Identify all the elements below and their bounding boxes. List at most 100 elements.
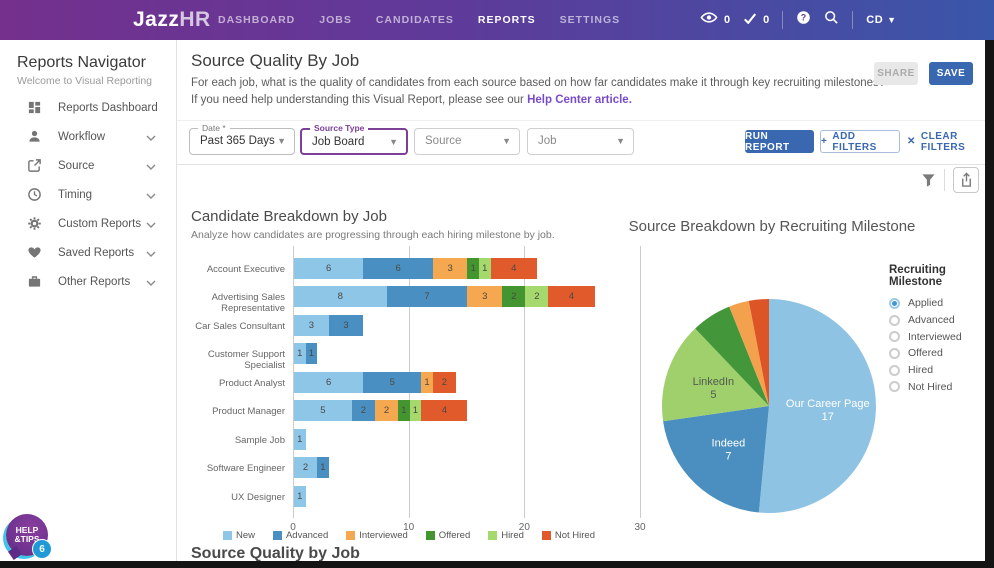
sidebar-item-custom-reports[interactable]: Custom Reports (0, 209, 177, 238)
job-filter-placeholder: Job (538, 129, 557, 154)
milestone-radio-applied[interactable]: Applied (889, 295, 985, 312)
bar-category-label: Product Manager (181, 406, 285, 417)
chevron-down-icon: ▼ (616, 129, 625, 154)
bar-segment-offered[interactable]: 2 (502, 286, 525, 307)
sidebar-title: Reports Navigator (17, 54, 146, 72)
bar-segment-advanced[interactable]: 5 (363, 372, 421, 393)
bar-segment-interviewed[interactable]: 1 (421, 372, 433, 393)
bar-segment-new[interactable]: 5 (294, 400, 352, 421)
sidebar-item-workflow[interactable]: Workflow (0, 122, 177, 151)
check-icon[interactable] (743, 11, 757, 29)
bar-segment-advanced[interactable]: 1 (306, 343, 318, 364)
nav-item-dashboard[interactable]: DASHBOARD (218, 14, 295, 26)
help-tips-badge[interactable]: 6 (32, 539, 52, 559)
bar-segment-not-hired[interactable]: 2 (433, 372, 456, 393)
bar-segment-hired[interactable]: 1 (479, 258, 491, 279)
run-report-button[interactable]: RUN REPORT (745, 130, 814, 153)
nav-menu: DASHBOARD JOBS CANDIDATES REPORTS SETTIN… (218, 0, 620, 40)
sidebar-items: Reports Dashboard Workflow Source Timing… (0, 93, 177, 296)
source-type-filter-value: Job Board (312, 130, 364, 155)
bar-segment-not-hired[interactable]: 4 (491, 258, 537, 279)
radio-icon (889, 331, 900, 342)
milestone-radio-offered[interactable]: Offered (889, 345, 985, 362)
help-icon[interactable]: ? (796, 10, 811, 30)
sidebar-item-other-reports[interactable]: Other Reports (0, 267, 177, 296)
sidebar-subtitle: Welcome to Visual Reporting (17, 75, 152, 87)
milestone-legend-title: Recruiting Milestone (889, 264, 985, 288)
date-filter-select[interactable]: Date * Past 365 Days ▼ (189, 128, 295, 155)
milestone-radio-not-hired[interactable]: Not Hired (889, 378, 985, 395)
bar-segment-new[interactable]: 8 (294, 286, 387, 307)
bar-category-label: Product Analyst (181, 378, 285, 389)
sidebar-item-reports-dashboard[interactable]: Reports Dashboard (0, 93, 177, 122)
bar-segment-hired[interactable]: 1 (410, 400, 422, 421)
filter-funnel-icon[interactable] (918, 170, 938, 190)
share-button[interactable]: SHARE (874, 62, 918, 85)
bar-segment-hired[interactable]: 2 (525, 286, 548, 307)
bar-category-label: Customer Support Specialist (181, 349, 285, 371)
chevron-down-icon: ▼ (502, 129, 511, 154)
save-button[interactable]: SAVE (929, 62, 973, 85)
legend-swatch (223, 531, 232, 540)
bar-segment-offered[interactable]: 1 (398, 400, 410, 421)
bar-row: 1 (294, 486, 306, 507)
bar-segment-offered[interactable]: 1 (467, 258, 479, 279)
user-menu[interactable]: CD▼ (866, 14, 896, 26)
bar-segment-not-hired[interactable]: 4 (548, 286, 594, 307)
bar-segment-not-hired[interactable]: 4 (421, 400, 467, 421)
legend-swatch (346, 531, 355, 540)
search-icon[interactable] (824, 10, 839, 30)
eye-icon[interactable] (700, 11, 718, 29)
help-center-link[interactable]: Help Center article. (527, 94, 632, 106)
nav-item-settings[interactable]: SETTINGS (560, 14, 621, 26)
add-filters-button[interactable]: +ADD FILTERS (820, 130, 900, 153)
bar-segment-new[interactable]: 1 (294, 343, 306, 364)
milestone-radio-hired[interactable]: Hired (889, 362, 985, 379)
bar-row: 522114 (294, 400, 467, 421)
jazzhr-logo[interactable]: JazzHR (133, 0, 211, 40)
external-link-icon (26, 158, 42, 174)
bar-segment-new[interactable]: 6 (294, 372, 363, 393)
bar-segment-interviewed[interactable]: 3 (467, 286, 502, 307)
bar-segment-advanced[interactable]: 3 (329, 315, 364, 336)
radio-icon (889, 298, 900, 309)
sidebar-item-timing[interactable]: Timing (0, 180, 177, 209)
bar-segment-advanced[interactable]: 7 (387, 286, 468, 307)
clear-filters-button[interactable]: ✕CLEAR FILTERS (907, 130, 985, 153)
nav-item-candidates[interactable]: CANDIDATES (376, 14, 454, 26)
export-icon[interactable] (953, 167, 979, 193)
bar-chart-legend: New Advanced Interviewed Offered Hired N… (223, 530, 595, 541)
legend-swatch (488, 531, 497, 540)
legend-item: Interviewed (346, 530, 408, 541)
source-type-filter-select[interactable]: Source Type Job Board ▼ (300, 128, 408, 155)
bar-segment-advanced[interactable]: 6 (363, 258, 432, 279)
bar-segment-new[interactable]: 1 (294, 429, 306, 450)
page-help-line: If you need help understanding this Visu… (191, 94, 632, 106)
milestone-radio-advanced[interactable]: Advanced (889, 312, 985, 329)
milestone-radio-interviewed[interactable]: Interviewed (889, 328, 985, 345)
bar-row: 873224 (294, 286, 595, 307)
bar-segment-new[interactable]: 1 (294, 486, 306, 507)
chevron-down-icon: ▼ (887, 15, 896, 25)
bar-segment-interviewed[interactable]: 2 (375, 400, 398, 421)
pie-slice-indeed[interactable] (663, 406, 769, 513)
gridline (640, 246, 641, 518)
bar-segment-new[interactable]: 6 (294, 258, 363, 279)
bar-segment-interviewed[interactable]: 3 (433, 258, 468, 279)
legend-item: Not Hired (542, 530, 595, 541)
chevron-down-icon (146, 215, 156, 233)
source-filter-select[interactable]: Source ▼ (414, 128, 520, 155)
date-filter-value: Past 365 Days (200, 129, 275, 154)
sidebar-item-saved-reports[interactable]: Saved Reports (0, 238, 177, 267)
bar-segment-advanced[interactable]: 1 (317, 457, 329, 478)
job-filter-select[interactable]: Job ▼ (527, 128, 634, 155)
bar-segment-new[interactable]: 2 (294, 457, 317, 478)
sidebar-item-source[interactable]: Source (0, 151, 177, 180)
bar-segment-advanced[interactable]: 2 (352, 400, 375, 421)
tools-divider (944, 169, 945, 191)
bar-segment-new[interactable]: 3 (294, 315, 329, 336)
nav-item-reports[interactable]: REPORTS (478, 14, 536, 26)
source-filter-placeholder: Source (425, 129, 461, 154)
nav-right-cluster: 0 0 ? CD▼ (700, 0, 897, 40)
nav-item-jobs[interactable]: JOBS (319, 14, 352, 26)
